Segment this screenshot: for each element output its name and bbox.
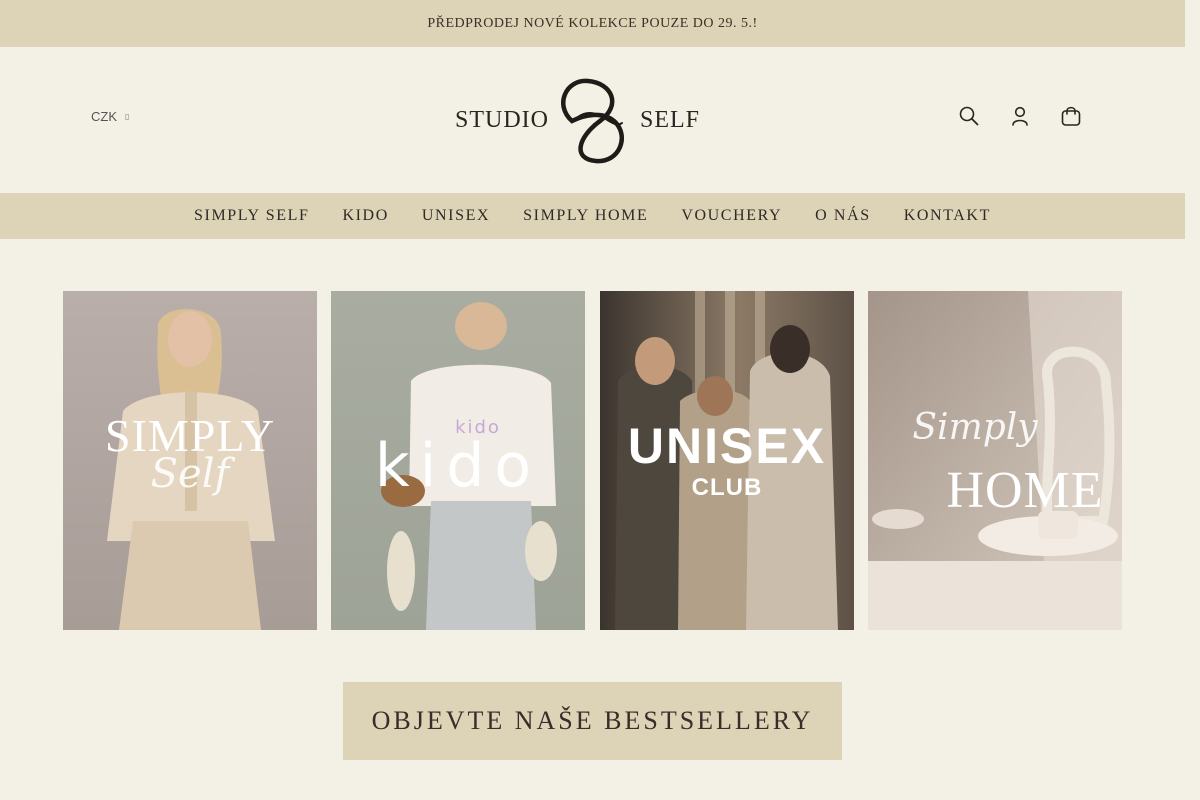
announcement-bar: PŘEDPRODEJ NOVÉ KOLEKCE POUZE DO 29. 5.! [0,0,1185,47]
tile-unisex-club[interactable]: UNISEX CLUB [600,291,854,630]
main-navigation: SIMPLY SELF KIDO UNISEX SIMPLY HOME VOUC… [0,193,1185,239]
chevron-down-icon: ▯ [125,112,130,121]
nav-item-unisex[interactable]: UNISEX [422,207,490,225]
nav-item-simply-home[interactable]: SIMPLY HOME [523,207,648,225]
nav-item-o-nas[interactable]: O NÁS [815,207,871,225]
collection-tiles: SIMPLY Self kido kido UNISEX CLUB Simply… [63,291,1122,630]
tile-kido-script: kido [455,417,501,438]
tile-kido-title: kido [374,431,542,501]
tile-simply-home-script: Simply [912,407,1038,448]
cart-icon[interactable] [1060,105,1082,127]
tile-simply-home[interactable]: Simply HOME [868,291,1122,630]
tile-simply-self-script: Self [150,451,230,497]
account-icon[interactable] [1009,105,1031,127]
site-logo[interactable]: STUDIO SELF [455,71,700,169]
bestsellers-button[interactable]: OBJEVTE NAŠE BESTSELLERY [343,682,842,760]
nav-item-simply-self[interactable]: SIMPLY SELF [194,207,309,225]
logo-mark-icon [561,78,625,164]
bestsellers-button-label: OBJEVTE NAŠE BESTSELLERY [371,706,814,735]
logo-word-left: STUDIO [455,106,549,133]
currency-selector[interactable]: CZK ▯ [91,109,129,124]
nav-item-kido[interactable]: KIDO [342,207,388,225]
search-icon[interactable] [958,105,980,127]
tile-kido[interactable]: kido kido [331,291,585,630]
tile-simply-self[interactable]: SIMPLY Self [63,291,317,630]
nav-item-kontakt[interactable]: KONTAKT [904,207,991,225]
nav-item-vouchery[interactable]: VOUCHERY [681,207,782,225]
tile-unisex-script: CLUB [691,474,763,501]
site-header: CZK ▯ STUDIO SELF [0,47,1185,193]
tile-unisex-title: UNISEX [627,418,827,474]
announcement-text: PŘEDPRODEJ NOVÉ KOLEKCE POUZE DO 29. 5.! [427,15,758,31]
logo-word-right: SELF [639,106,700,133]
currency-label: CZK [91,109,117,124]
header-icons [958,105,1082,127]
tile-simply-home-title: HOME [946,462,1104,519]
